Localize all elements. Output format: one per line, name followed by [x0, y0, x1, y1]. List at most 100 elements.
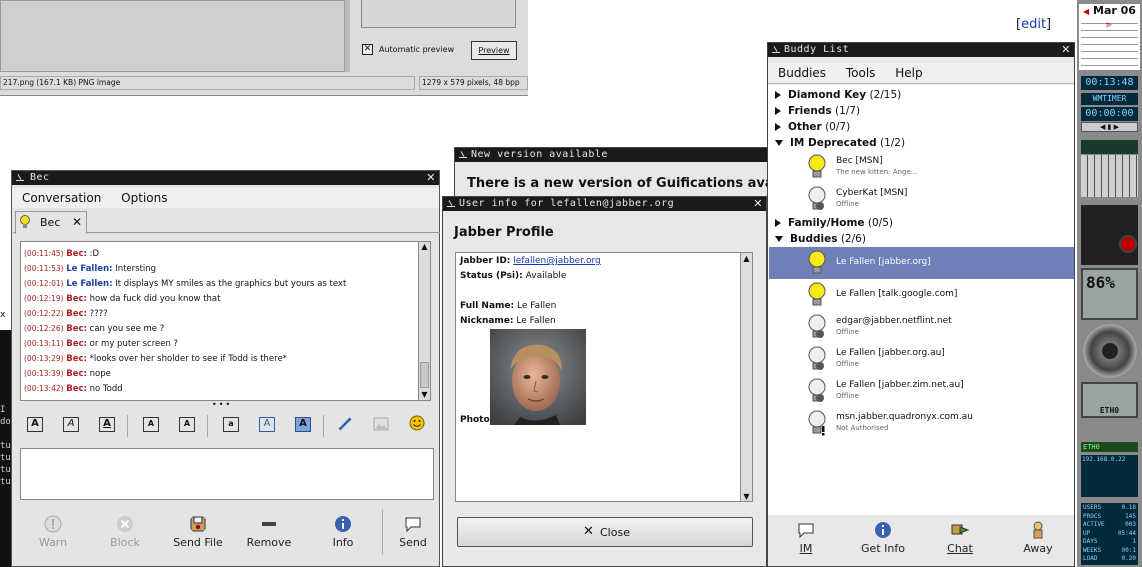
menu-tools[interactable]: Tools [846, 66, 876, 80]
window-menu-icon[interactable] [772, 46, 780, 53]
window-menu-icon[interactable] [447, 200, 455, 207]
im-button[interactable]: IM [786, 521, 826, 555]
buddy-edgar[interactable]: edgar@jabber.netflint.net Offline [769, 311, 1074, 343]
log-message: (00:13:29) Bec: *looks over her sholder … [24, 351, 346, 366]
profile-scrollbar[interactable]: ▲ ▼ [740, 252, 753, 502]
font-larger-icon[interactable]: A [143, 417, 159, 432]
collapse-icon[interactable] [775, 236, 783, 242]
away-button[interactable]: Away [1018, 521, 1058, 555]
image-icon[interactable] [373, 416, 389, 432]
close-icon[interactable]: ✕ [426, 171, 436, 185]
scroll-up-icon[interactable]: ▲ [741, 253, 752, 265]
mixer-applet[interactable] [1081, 205, 1138, 265]
prev-month-icon[interactable]: ◀ [1083, 7, 1089, 16]
pane-handle[interactable]: ••• [212, 400, 232, 409]
edit-link[interactable]: edit [1021, 17, 1046, 32]
buddy-bec-msn[interactable]: Bec [MSN] The new kitten: Ange... [769, 151, 1074, 183]
info-button[interactable]: Info [323, 515, 363, 549]
menu-buddies[interactable]: Buddies [778, 66, 826, 80]
send-label: Send [399, 536, 427, 549]
buddy-tree[interactable]: Diamond Key (2/15) Friends (1/7) Other (… [768, 85, 1074, 515]
send-button[interactable]: Send [393, 515, 433, 549]
chat-button[interactable]: Chat [940, 521, 980, 555]
clock-display: 00:13:48 [1081, 76, 1138, 90]
window-menu-icon[interactable] [459, 151, 467, 158]
window-menu-icon[interactable] [16, 174, 24, 181]
scroll-down-icon[interactable]: ▼ [419, 390, 430, 399]
font-smaller-icon[interactable]: A [179, 417, 195, 432]
message-nick: Bec: [66, 294, 87, 304]
collapse-icon[interactable] [775, 140, 783, 146]
message-input[interactable] [20, 448, 434, 500]
group-family-home[interactable]: Family/Home (0/5) [775, 215, 893, 231]
underline-icon[interactable]: A [99, 417, 115, 432]
block-icon [117, 516, 133, 532]
menu-options[interactable]: Options [121, 191, 167, 205]
log-message: (00:13:39) Bec: nope [24, 366, 346, 381]
volume-knob-icon[interactable] [1119, 235, 1137, 253]
menu-conversation[interactable]: Conversation [22, 191, 101, 205]
buddy-cyberkat-msn[interactable]: CyberKat [MSN] Offline [769, 183, 1074, 215]
message-time: (00:11:53) [24, 264, 64, 273]
message-nick: Le Fallen: [66, 279, 113, 289]
block-button[interactable]: Block [103, 515, 147, 549]
scroll-up-icon[interactable]: ▲ [419, 242, 430, 252]
close-icon[interactable]: ✕ [753, 197, 763, 211]
bold-icon[interactable]: A [27, 417, 43, 432]
get-info-button[interactable]: Get Info [856, 521, 910, 555]
conversation-log[interactable]: (00:11:45) Bec: :D (00:11:53) Le Fallen: … [20, 241, 426, 401]
scroll-down-icon[interactable]: ▼ [741, 492, 752, 501]
stat-row: UP 05:44 [1083, 530, 1136, 539]
buddy-lefallen-google[interactable]: Le Fallen [talk.google.com] [769, 279, 1074, 311]
jabber-id-row: Jabber ID: lefallen@jabber.org [460, 256, 601, 266]
expand-icon[interactable] [775, 107, 781, 115]
eth-label: ETH0 [1081, 442, 1138, 452]
group-im-deprecated[interactable]: IM Deprecated (1/2) [775, 135, 905, 151]
terminal-text: Ido tu tu tu tu [0, 405, 11, 487]
profile-content[interactable]: Jabber ID: lefallen@jabber.org Status (P… [455, 252, 751, 502]
offline-bulb-icon [808, 186, 826, 210]
close-button[interactable]: ✕ Close [457, 517, 753, 547]
tab-close-icon[interactable]: ✕ [72, 215, 82, 229]
group-friends[interactable]: Friends (1/7) [775, 103, 860, 119]
expand-icon[interactable] [775, 91, 781, 99]
calendar-applet[interactable]: ◀ Mar 06 ▶ [1079, 4, 1140, 70]
preview-button[interactable]: Preview [471, 41, 517, 60]
stat-row: DAYS 1 [1083, 538, 1136, 547]
group-other[interactable]: Other (0/7) [775, 119, 850, 135]
bg-color-icon[interactable]: A [295, 417, 311, 432]
group-diamond-key[interactable]: Diamond Key (2/15) [775, 87, 901, 103]
away-label: Away [1023, 542, 1053, 555]
menu-help[interactable]: Help [895, 66, 922, 80]
offline-bulb-icon [808, 378, 826, 402]
info-icon [335, 516, 351, 532]
font-face-icon[interactable]: a [223, 417, 239, 432]
timer-controls[interactable]: ◀ ▮ ▶ [1081, 122, 1138, 132]
expand-icon[interactable] [775, 123, 781, 131]
link-icon[interactable] [337, 416, 353, 432]
scroll-thumb[interactable] [420, 362, 429, 388]
buddy-lefallen-jabber-org-au[interactable]: Le Fallen [jabber.org.au] Offline [769, 343, 1074, 375]
auto-preview-checkbox[interactable]: ✕ [362, 44, 373, 55]
remove-button[interactable]: Remove [245, 515, 293, 549]
fg-color-icon[interactable]: A [259, 417, 275, 432]
jabber-id-link[interactable]: lefallen@jabber.org [513, 256, 600, 266]
stat-label: PROCS [1083, 512, 1102, 520]
close-icon[interactable]: ✕ [1061, 43, 1071, 57]
buddy-lefallen-zim[interactable]: Le Fallen [jabber.zim.net.au] Offline [769, 375, 1074, 407]
send-file-button[interactable]: Send File [171, 515, 225, 549]
log-scrollbar[interactable]: ▲ ▼ [418, 241, 431, 401]
smiley-icon[interactable] [409, 415, 425, 431]
warn-button[interactable]: Warn [31, 515, 75, 549]
calendar-grid[interactable] [1081, 20, 1138, 66]
chat-label: Chat [947, 542, 973, 555]
buddy-lefallen-jabber-org[interactable]: Le Fallen [jabber.org] [769, 247, 1074, 279]
full-name-label: Full Name: [460, 301, 515, 311]
tab-bec[interactable]: Bec ✕ [15, 211, 87, 234]
nickname-label: Nickname: [460, 316, 514, 326]
buddy-msn-quadronyx[interactable]: msn.jabber.quadronyx.com.au Not Authoris… [769, 407, 1074, 439]
italic-icon[interactable]: A [63, 417, 79, 432]
calc-keypad[interactable] [1081, 155, 1138, 197]
expand-icon[interactable] [775, 219, 781, 227]
group-buddies[interactable]: Buddies (2/6) [775, 231, 866, 247]
